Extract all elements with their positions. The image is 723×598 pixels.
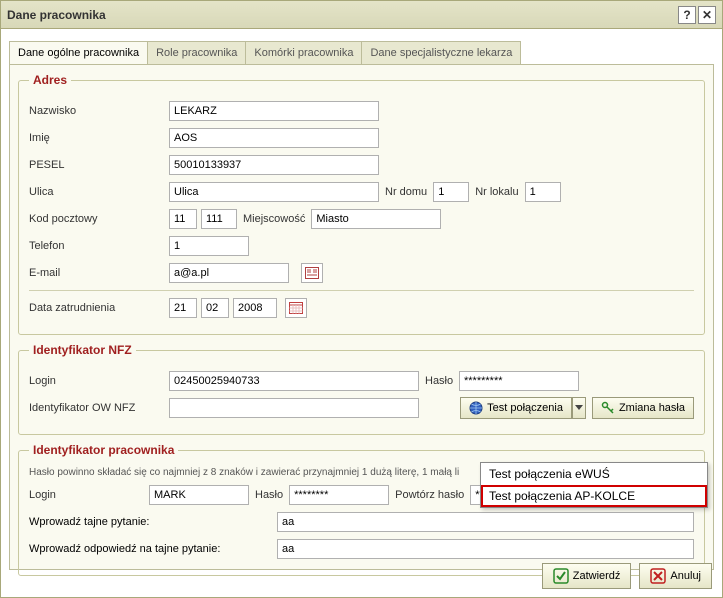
window-title: Dane pracownika — [7, 8, 676, 22]
tab-general[interactable]: Dane ogólne pracownika — [9, 41, 148, 64]
postcode-label: Kod pocztowy — [29, 213, 169, 225]
confirm-label: Zatwierdź — [573, 570, 621, 582]
houseno-label: Nr domu — [379, 186, 433, 198]
secret-question-input[interactable] — [277, 512, 694, 532]
globe-icon — [469, 401, 483, 415]
address-legend: Adres — [29, 73, 71, 87]
tab-cells[interactable]: Komórki pracownika — [245, 41, 362, 64]
tabs: Dane ogólne pracownika Role pracownika K… — [1, 29, 722, 64]
phone-input[interactable] — [169, 236, 249, 256]
firstname-label: Imię — [29, 132, 169, 144]
nfz-legend: Identyfikator NFZ — [29, 343, 136, 357]
hiredate-year-input[interactable] — [233, 298, 277, 318]
change-password-button[interactable]: Zmiana hasła — [592, 397, 694, 419]
nfz-password-label: Hasło — [419, 375, 459, 387]
cancel-label: Anuluj — [670, 570, 701, 582]
email-card-button[interactable] — [301, 263, 323, 283]
email-label: E-mail — [29, 267, 169, 279]
secret-question-label: Wprowadź tajne pytanie: — [29, 516, 277, 528]
postcode2-input[interactable] — [201, 209, 237, 229]
emp-login-input[interactable] — [149, 485, 249, 505]
pesel-label: PESEL — [29, 159, 169, 171]
test-connection-menu: Test połączenia eWUŚ Test połączenia AP-… — [480, 462, 708, 508]
nfz-group: Identyfikator NFZ Login Hasło Identyfika… — [18, 343, 705, 435]
emp-login-label: Login — [29, 489, 149, 501]
employee-id-legend: Identyfikator pracownika — [29, 443, 178, 457]
cross-icon — [650, 568, 666, 584]
firstname-input[interactable] — [169, 128, 379, 148]
test-connection-dropdown-button[interactable] — [572, 397, 586, 419]
nfz-password-input[interactable] — [459, 371, 579, 391]
emp-password-label: Hasło — [249, 489, 289, 501]
secret-answer-input[interactable] — [277, 539, 694, 559]
titlebar: Dane pracownika ? ✕ — [1, 1, 722, 29]
calendar-icon — [289, 302, 303, 314]
address-group: Adres Nazwisko Imię PESEL Ulica Nr domu … — [18, 73, 705, 335]
menu-item-ewus[interactable]: Test połączenia eWUŚ — [481, 463, 707, 485]
emp-password-input[interactable] — [289, 485, 389, 505]
email-input[interactable] — [169, 263, 289, 283]
employee-data-window: Dane pracownika ? ✕ Dane ogólne pracowni… — [0, 0, 723, 598]
pesel-input[interactable] — [169, 155, 379, 175]
card-icon — [305, 267, 319, 279]
surname-input[interactable] — [169, 101, 379, 121]
nfz-ow-input[interactable] — [169, 398, 419, 418]
hiredate-label: Data zatrudnienia — [29, 302, 169, 314]
street-input[interactable] — [169, 182, 379, 202]
menu-item-apkolce[interactable]: Test połączenia AP-KOLCE — [481, 485, 707, 507]
city-label: Miejscowość — [237, 213, 311, 225]
nfz-login-input[interactable] — [169, 371, 419, 391]
surname-label: Nazwisko — [29, 105, 169, 117]
secret-answer-label: Wprowadź odpowiedź na tajne pytanie: — [29, 543, 277, 555]
footer-buttons: Zatwierdź Anuluj — [542, 563, 712, 589]
flatno-label: Nr lokalu — [469, 186, 524, 198]
chevron-down-icon — [575, 405, 583, 411]
test-connection-button[interactable]: Test połączenia — [460, 397, 572, 419]
test-connection-label: Test połączenia — [487, 402, 563, 414]
nfz-login-label: Login — [29, 375, 169, 387]
street-label: Ulica — [29, 186, 169, 198]
nfz-ow-label: Identyfikator OW NFZ — [29, 402, 169, 414]
help-button[interactable]: ? — [678, 6, 696, 24]
check-icon — [553, 568, 569, 584]
tab-roles[interactable]: Role pracownika — [147, 41, 246, 64]
tab-specialist[interactable]: Dane specjalistyczne lekarza — [361, 41, 521, 64]
confirm-button[interactable]: Zatwierdź — [542, 563, 632, 589]
hiredate-day-input[interactable] — [169, 298, 197, 318]
key-icon — [601, 401, 615, 415]
change-password-label: Zmiana hasła — [619, 402, 685, 414]
emp-repeat-password-label: Powtórz hasło — [389, 489, 470, 501]
cancel-button[interactable]: Anuluj — [639, 563, 712, 589]
phone-label: Telefon — [29, 240, 169, 252]
calendar-button[interactable] — [285, 298, 307, 318]
tab-panel-general: Adres Nazwisko Imię PESEL Ulica Nr domu … — [9, 64, 714, 570]
close-button[interactable]: ✕ — [698, 6, 716, 24]
flatno-input[interactable] — [525, 182, 561, 202]
houseno-input[interactable] — [433, 182, 469, 202]
city-input[interactable] — [311, 209, 441, 229]
hiredate-month-input[interactable] — [201, 298, 229, 318]
postcode1-input[interactable] — [169, 209, 197, 229]
